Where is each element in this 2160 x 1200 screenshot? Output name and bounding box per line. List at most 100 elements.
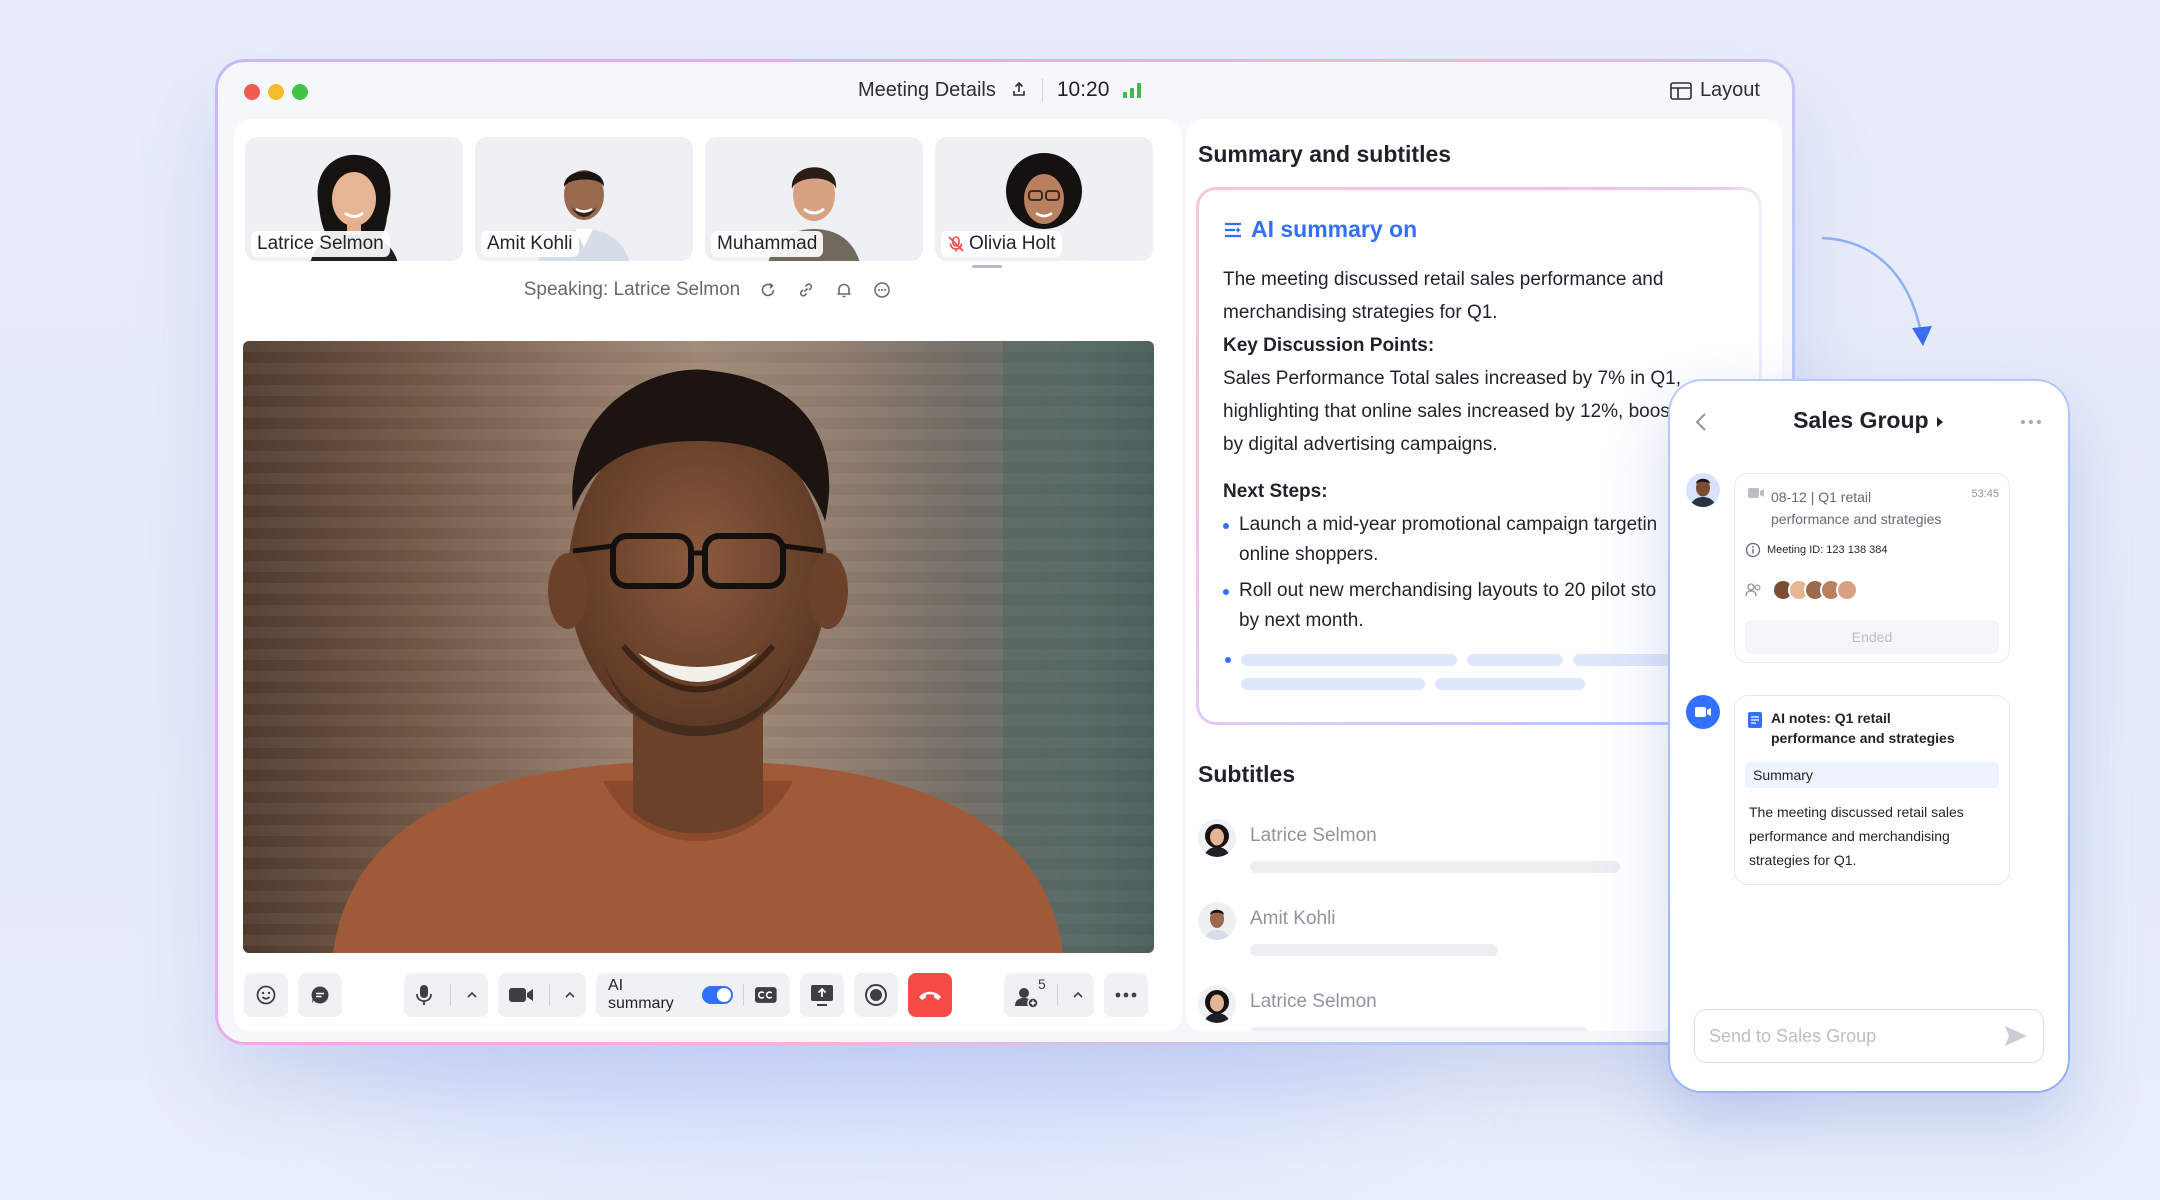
next-steps-list: Launch a mid-year promotional campaign t… <box>1223 510 1735 636</box>
meeting-title-line: performance and strategies <box>1771 511 1942 527</box>
send-icon[interactable] <box>2003 1024 2029 1048</box>
participant-name: Latrice Selmon <box>251 231 390 257</box>
avatar <box>1198 819 1236 857</box>
group-chat-panel: Sales Group 08-12 | Q1 retail performanc… <box>1668 379 2070 1093</box>
loading-skeleton <box>1241 678 1425 690</box>
meeting-title-line: 08-12 | Q1 retail <box>1771 489 1872 505</box>
record-icon <box>865 984 887 1006</box>
record-button[interactable] <box>854 973 898 1017</box>
caret-right-icon <box>1936 417 1943 427</box>
participant-name-text: Olivia Holt <box>969 233 1056 254</box>
divider <box>1041 79 1043 101</box>
link-icon[interactable] <box>796 280 816 300</box>
chevron-up-icon[interactable] <box>564 990 576 1000</box>
more-options-button[interactable] <box>1104 973 1148 1017</box>
notes-body-line: performance and merchandising <box>1749 828 1950 844</box>
chat-header[interactable]: Sales Group <box>1670 407 2068 434</box>
carousel-indicator <box>972 265 1002 268</box>
camera-control[interactable] <box>498 973 586 1017</box>
ai-notes-card[interactable]: AI notes: Q1 retail performance and stra… <box>1734 695 2010 885</box>
notes-body-line: The meeting discussed retail sales <box>1749 804 1964 820</box>
info-icon <box>1745 542 1761 558</box>
share-icon[interactable] <box>1010 81 1028 99</box>
summary-line: The meeting discussed retail sales perfo… <box>1223 269 1664 290</box>
loading-skeleton <box>1241 654 1457 666</box>
loading-bullet <box>1225 657 1231 663</box>
document-icon <box>1748 712 1762 728</box>
title-bar: Meeting Details 10:20 Layout <box>218 62 1792 126</box>
layout-button[interactable]: Layout <box>1670 79 1760 102</box>
meeting-duration: 53:45 <box>1971 488 1999 500</box>
subtitle-entry: Amit Kohli <box>1198 902 1498 956</box>
notes-title-line: AI notes: Q1 retail <box>1771 710 1891 726</box>
more-circle-icon[interactable] <box>872 280 892 300</box>
refresh-icon[interactable] <box>758 280 778 300</box>
subtitle-entry: Latrice Selmon <box>1198 819 1620 873</box>
screen-share-icon <box>811 985 833 1006</box>
meeting-details-title[interactable]: Meeting Details <box>858 79 996 102</box>
participants-icon[interactable]: 5 <box>1014 976 1046 1009</box>
participant-name-text: Muhammad <box>717 233 818 254</box>
key-points-heading: Key Discussion Points: <box>1223 335 1435 356</box>
meeting-record-card[interactable]: 08-12 | Q1 retail performance and strate… <box>1734 473 2010 663</box>
ai-list-icon <box>1225 222 1241 237</box>
minimize-window-button[interactable] <box>268 84 284 100</box>
ai-summary-status: AI summary on <box>1251 216 1418 242</box>
subtitle-entry: Latrice Selmon <box>1198 985 1588 1031</box>
participant-name-text: Amit Kohli <box>487 233 573 254</box>
avatar <box>1686 473 1720 507</box>
next-steps-heading: Next Steps: <box>1223 481 1328 502</box>
participants-control[interactable]: 5 <box>1004 973 1094 1017</box>
chat-title: Sales Group <box>1793 407 1929 433</box>
people-icon <box>1745 583 1761 597</box>
chat-button[interactable] <box>298 973 342 1017</box>
add-person-icon <box>1015 988 1039 1009</box>
notes-section-label: Summary <box>1745 762 1999 788</box>
hang-up-icon <box>919 991 941 1000</box>
speaking-label: Speaking: Latrice Selmon <box>523 279 741 300</box>
chevron-up-icon[interactable] <box>1072 990 1084 1000</box>
meeting-ended-status: Ended <box>1745 620 1999 654</box>
notes-title-line: performance and strategies <box>1771 730 1955 746</box>
participant-tile[interactable]: Muhammad <box>705 137 923 261</box>
participant-name-text: Latrice Selmon <box>257 233 384 254</box>
participant-name: Olivia Holt <box>941 231 1062 257</box>
speaker-video-frame <box>243 341 1154 953</box>
video-camera-icon[interactable] <box>508 985 534 1005</box>
participant-name: Muhammad <box>711 231 824 257</box>
more-horizontal-icon[interactable] <box>2020 419 2042 425</box>
message-input[interactable]: Send to Sales Group <box>1694 1009 2044 1063</box>
maximize-window-button[interactable] <box>292 84 308 100</box>
message-input-placeholder: Send to Sales Group <box>1709 1025 1877 1046</box>
meeting-window: Meeting Details 10:20 Layout Latrice Sel… <box>215 59 1795 1045</box>
meeting-bot-avatar <box>1686 695 1720 729</box>
microphone-icon[interactable] <box>414 984 434 1006</box>
chat-bubble-icon <box>311 986 329 1004</box>
more-horizontal-icon <box>1115 992 1137 998</box>
participant-count: 5 <box>1038 976 1046 992</box>
share-screen-button[interactable] <box>800 973 844 1017</box>
closed-captions-icon[interactable] <box>754 986 778 1004</box>
layout-icon <box>1670 81 1692 100</box>
loading-skeleton <box>1467 654 1563 666</box>
summary-line: by digital advertising campaigns. <box>1223 434 1498 455</box>
participant-tile[interactable]: Olivia Holt <box>935 137 1153 261</box>
notes-body: The meeting discussed retail sales perfo… <box>1749 800 1964 872</box>
chevron-up-icon[interactable] <box>466 990 478 1000</box>
close-window-button[interactable] <box>244 84 260 100</box>
subtitles-title: Subtitles <box>1198 761 1296 787</box>
subtitle-placeholder <box>1250 1027 1588 1031</box>
bell-icon[interactable] <box>834 280 854 300</box>
main-video[interactable] <box>243 341 1154 953</box>
meeting-toolbar: AI summary 5 <box>234 967 1182 1025</box>
microphone-control[interactable] <box>404 973 488 1017</box>
participant-tile[interactable]: Latrice Selmon <box>245 137 463 261</box>
ai-summary-toggle[interactable] <box>701 986 734 1004</box>
ai-summary-control[interactable]: AI summary <box>596 973 790 1017</box>
leave-meeting-button[interactable] <box>908 973 952 1017</box>
attendee-avatars <box>1745 578 1861 602</box>
loading-skeleton <box>1435 678 1585 690</box>
subtitle-speaker: Latrice Selmon <box>1250 991 1377 1012</box>
participant-tile[interactable]: Amit Kohli <box>475 137 693 261</box>
reactions-button[interactable] <box>244 973 288 1017</box>
